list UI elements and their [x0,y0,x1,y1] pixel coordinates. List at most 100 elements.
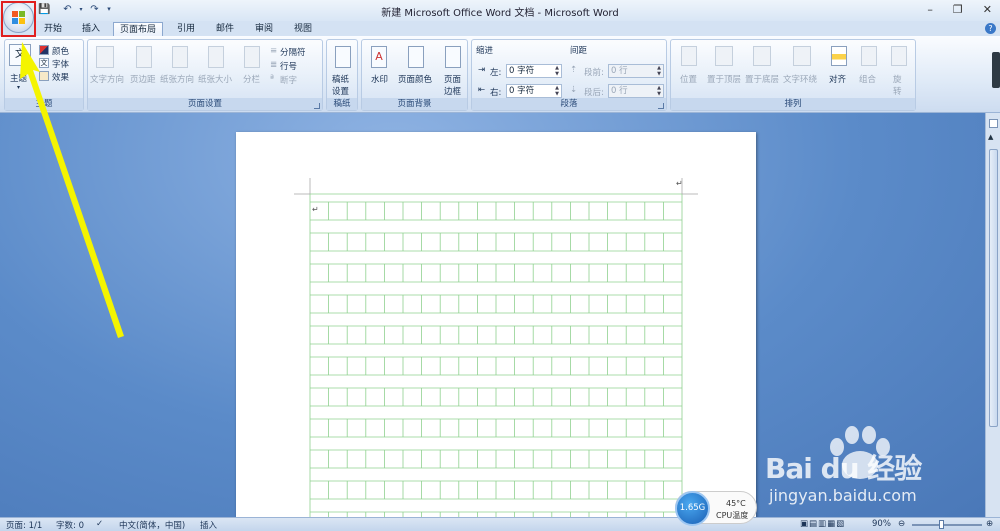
tab-references[interactable]: 引用 [171,22,201,37]
columns-icon [244,46,260,68]
help-icon[interactable]: ? [985,23,996,34]
tab-review[interactable]: 审阅 [249,22,279,37]
spacing-after-label: 段后: [584,88,604,98]
spacing-before-input[interactable]: 0 行 ▲ ▼ [608,64,664,78]
hyphenation-button[interactable]: 断字 [280,74,297,86]
page-color-icon [408,46,424,68]
orientation-button[interactable]: 纸张方向 [160,73,194,85]
line-numbers-button[interactable]: 行号 [280,60,297,72]
customize-qat-icon[interactable]: ▾ [105,3,113,16]
text-direction-icon [96,46,114,68]
theme-colors-button[interactable]: 颜色 [52,45,69,57]
scroll-thumb[interactable] [989,149,998,427]
arrange-group-label: 排列 [671,98,915,110]
text-direction-button[interactable]: 文字方向 [90,73,124,85]
theme-effects-button[interactable]: 效果 [52,71,69,83]
page-background-group: A 水印 页面颜色 页面 边框 页面背景 [361,39,468,111]
paragraph-mark: ↵ [312,205,319,214]
indent-left-label: 左: [490,68,502,78]
draft-paper-icon [335,46,351,68]
effects-icon [39,71,49,81]
position-button[interactable]: 位置 [680,73,697,85]
cpu-temp: 45°C [726,499,746,508]
spacing-after-icon: ⇣ [570,85,578,95]
draft-paper-button-line2[interactable]: 设置 [332,85,349,97]
page-count[interactable]: 页面: 1/1 [6,519,42,531]
spacing-after-spinner[interactable]: ▲ ▼ [655,85,663,97]
document-page[interactable]: ↵ ↵ [236,132,756,531]
margins-icon [136,46,152,68]
group-icon [861,46,877,66]
paper-size-icon [208,46,224,68]
paper-size-button[interactable]: 纸张大小 [198,73,232,85]
indent-left-spinner[interactable]: ▲ ▼ [553,65,561,77]
quick-access-toolbar: 💾 ↶ ▾ ↷ ▾ [38,3,113,16]
theme-dropdown-icon[interactable]: ▾ [17,84,20,91]
baidu-watermark: Bai du 经验 jingyan.baidu.com [757,425,997,515]
page-color-button[interactable]: 页面颜色 [398,73,432,85]
tab-page-layout[interactable]: 页面布局 [113,22,163,37]
side-gadget [992,52,1000,88]
indent-right-spinner[interactable]: ▲ ▼ [553,85,561,97]
save-icon[interactable]: 💾 [38,3,51,16]
theme-fonts-button[interactable]: 字体 [52,58,69,70]
breaks-button[interactable]: 分隔符 [280,46,306,58]
indent-right-input[interactable]: 0 字符 ▲ ▼ [506,84,562,98]
draft-paper-button-line1[interactable]: 稿纸 [332,73,349,85]
spacing-before-icon: ⇡ [570,65,578,75]
columns-button[interactable]: 分栏 [243,73,260,85]
status-bar: 页面: 1/1 字数: 0 ✓ 中文(简体，中国) 插入 ▣▤▥▦▧ 90% ⊖… [0,517,1000,531]
tab-home[interactable]: 开始 [38,22,68,37]
indent-right-label: 右: [490,88,502,98]
proofing-icon[interactable]: ✓ [96,519,103,529]
theme-group-label: 主题 [5,98,83,110]
tab-mailings[interactable]: 邮件 [210,22,240,37]
ruler-toggle-icon[interactable] [989,119,998,128]
indent-left-input[interactable]: 0 字符 ▲ ▼ [506,64,562,78]
tab-view[interactable]: 视图 [288,22,318,37]
undo-dropdown-icon[interactable]: ▾ [78,3,84,16]
send-back-icon [753,46,771,66]
orientation-icon [172,46,188,68]
page-setup-launcher-icon[interactable] [314,103,320,109]
spacing-before-spinner[interactable]: ▲ ▼ [655,65,663,77]
zoom-in-icon[interactable]: ⊕ [986,519,993,529]
undo-icon[interactable]: ↶ [61,3,74,16]
page-borders-button-line1[interactable]: 页面 [444,73,461,85]
restore-button[interactable]: ❐ [953,3,963,16]
scroll-up-icon[interactable]: ▲ [988,133,993,141]
send-to-back-button[interactable]: 置于底层 [745,73,779,85]
zoom-out-icon[interactable]: ⊖ [898,519,905,529]
zoom-slider-thumb[interactable] [939,520,944,529]
view-buttons[interactable]: ▣▤▥▦▧ [800,519,845,529]
align-button[interactable]: 对齐 [829,73,846,85]
zoom-level[interactable]: 90% [872,519,891,529]
paragraph-launcher-icon[interactable] [658,103,664,109]
language-indicator[interactable]: 中文(简体，中国) [119,519,185,531]
page-background-group-label: 页面背景 [362,98,467,110]
redo-icon[interactable]: ↷ [88,3,101,16]
group-button[interactable]: 组合 [859,73,876,85]
margins-button[interactable]: 页边距 [130,73,156,85]
insert-mode[interactable]: 插入 [200,519,217,531]
fonts-icon: 文 [39,58,49,68]
paragraph-mark-right: ↵ [676,179,683,188]
align-icon [831,46,847,66]
word-count[interactable]: 字数: 0 [56,519,84,531]
minimize-button[interactable]: – [927,3,933,16]
zoom-slider[interactable] [912,524,982,526]
spacing-after-input[interactable]: 0 行 ▲ ▼ [608,84,664,98]
colors-icon [39,45,49,55]
line-numbers-icon: ≣ [270,60,278,70]
watermark-button[interactable]: 水印 [371,73,388,85]
page-borders-button-line2[interactable]: 边框 [444,85,461,97]
rotate-button-line1[interactable]: 旋 [893,73,902,85]
tab-insert[interactable]: 插入 [76,22,106,37]
paragraph-group-label: 段落 [472,98,666,110]
close-button[interactable]: ✕ [983,3,992,16]
rotate-button-line2[interactable]: 转 [893,85,902,97]
wrap-text-button[interactable]: 文字环绕 [783,73,817,85]
bring-to-front-button[interactable]: 置于顶层 [707,73,741,85]
theme-button-label[interactable]: 主题 [10,72,27,84]
theme-icon[interactable]: 文 [9,44,31,66]
